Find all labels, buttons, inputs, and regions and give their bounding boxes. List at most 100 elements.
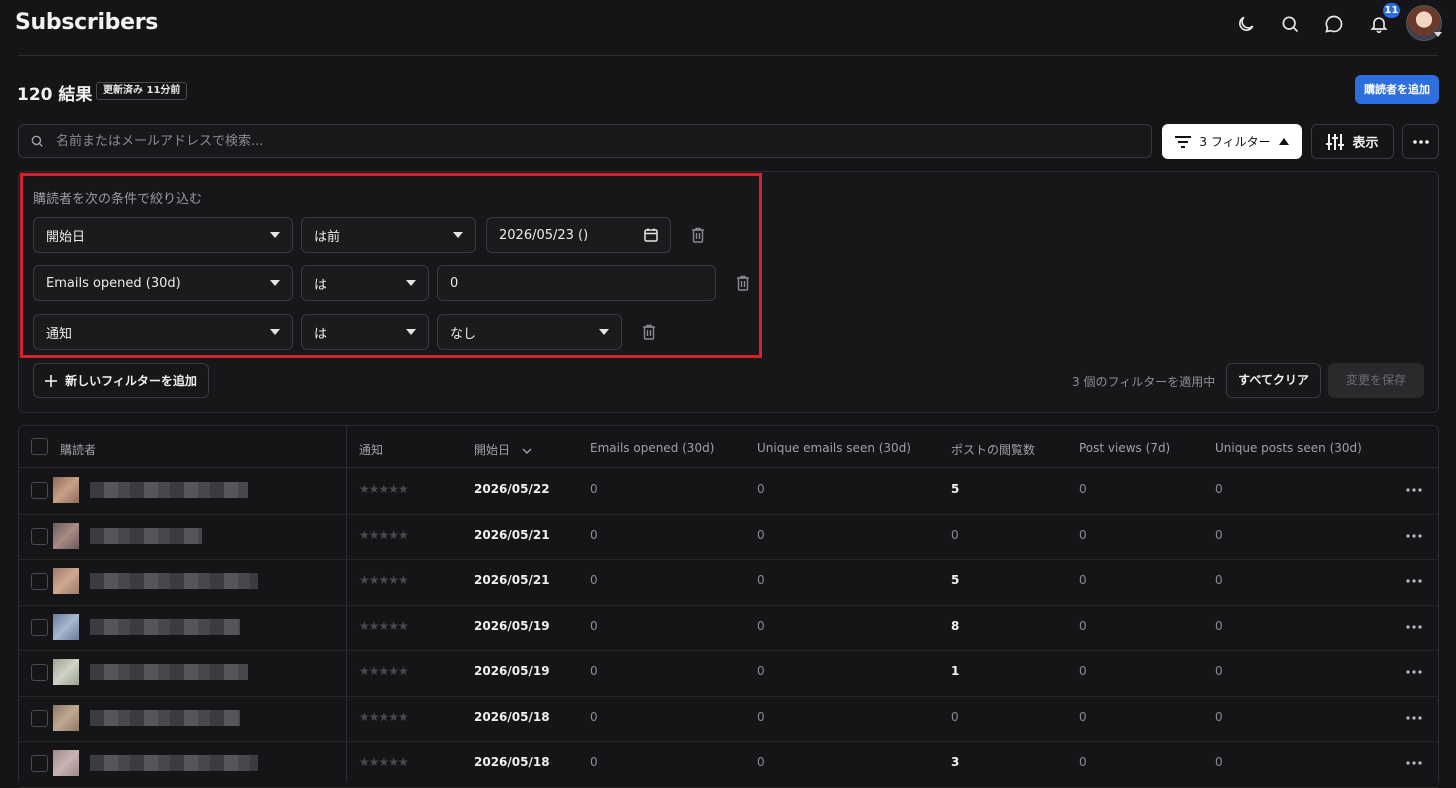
subscriber-name-redacted[interactable] bbox=[90, 482, 248, 498]
filter-date-input[interactable]: 2026/05/23 () bbox=[486, 217, 671, 253]
chevron-down-icon[interactable] bbox=[1434, 32, 1442, 37]
save-changes-button[interactable]: 変更を保存 bbox=[1328, 363, 1424, 398]
start-date-cell: 2026/05/18 bbox=[474, 710, 550, 724]
chat-icon[interactable] bbox=[1322, 12, 1346, 36]
filter-operator-select[interactable]: は bbox=[301, 265, 429, 301]
row-more-icon[interactable] bbox=[1406, 579, 1422, 583]
add-filter-button[interactable]: 新しいフィルターを追加 bbox=[33, 363, 209, 398]
unique-posts-cell: 0 bbox=[1215, 755, 1223, 769]
filter-operator-value: は bbox=[314, 326, 328, 342]
emails-opened-cell: 0 bbox=[590, 482, 598, 496]
post-views-total-cell: 0 bbox=[951, 528, 959, 542]
column-header-unique-emails[interactable]: Unique emails seen (30d) bbox=[757, 441, 911, 455]
applied-filters-text: 3 個のフィルターを適用中 bbox=[1072, 375, 1216, 389]
row-checkbox[interactable] bbox=[31, 664, 48, 681]
subscriber-name-redacted[interactable] bbox=[90, 573, 258, 589]
subscriber-name-redacted[interactable] bbox=[90, 710, 240, 726]
chevron-down-icon bbox=[270, 232, 280, 238]
add-filter-label: 新しいフィルターを追加 bbox=[65, 374, 197, 388]
subscriber-name-redacted[interactable] bbox=[90, 528, 202, 544]
row-checkbox[interactable] bbox=[31, 573, 48, 590]
display-button[interactable]: 表示 bbox=[1311, 124, 1394, 159]
subscriber-name-redacted[interactable] bbox=[90, 664, 248, 680]
display-label: 表示 bbox=[1352, 136, 1379, 151]
start-date-cell: 2026/05/19 bbox=[474, 664, 550, 678]
row-more-icon[interactable] bbox=[1406, 761, 1422, 765]
filter-value-select[interactable]: なし bbox=[437, 314, 622, 350]
notification-stars: ★★★★★ bbox=[359, 755, 409, 769]
notification-stars: ★★★★★ bbox=[359, 619, 409, 633]
column-header-emails-opened[interactable]: Emails opened (30d) bbox=[590, 441, 714, 455]
subscriber-name-redacted[interactable] bbox=[90, 755, 258, 771]
subscriber-name-redacted[interactable] bbox=[90, 619, 240, 635]
trash-icon[interactable] bbox=[736, 275, 750, 291]
filters-button[interactable]: 3 フィルター bbox=[1162, 124, 1302, 159]
column-header-start-date[interactable]: 開始日 bbox=[474, 441, 532, 458]
unique-emails-cell: 0 bbox=[757, 619, 765, 633]
filter-value-input[interactable]: 0 bbox=[437, 265, 716, 301]
row-divider bbox=[19, 741, 1438, 742]
post-views-total-cell: 5 bbox=[951, 482, 960, 496]
avatar bbox=[53, 614, 79, 640]
row-more-icon[interactable] bbox=[1406, 625, 1422, 629]
column-header-subscriber[interactable]: 購読者 bbox=[60, 441, 96, 458]
updated-badge: 更新済み 11分前 bbox=[96, 82, 188, 100]
chevron-down-icon bbox=[522, 448, 532, 454]
row-more-icon[interactable] bbox=[1406, 534, 1422, 538]
row-checkbox[interactable] bbox=[31, 710, 48, 727]
start-date-cell: 2026/05/22 bbox=[474, 482, 550, 496]
avatar bbox=[53, 750, 79, 776]
row-checkbox[interactable] bbox=[31, 619, 48, 636]
row-more-icon[interactable] bbox=[1406, 670, 1422, 674]
calendar-icon[interactable] bbox=[644, 228, 658, 242]
add-subscriber-button[interactable]: 購読者を追加 bbox=[1355, 75, 1439, 104]
unique-emails-cell: 0 bbox=[757, 573, 765, 587]
notification-stars: ★★★★★ bbox=[359, 482, 409, 496]
search-input[interactable] bbox=[56, 124, 1136, 158]
avatar bbox=[53, 477, 79, 503]
filter-field-select[interactable]: 開始日 bbox=[33, 217, 293, 253]
filter-field-select[interactable]: Emails opened (30d) bbox=[33, 265, 293, 301]
filters-label: 3 フィルター bbox=[1199, 135, 1271, 149]
avatar bbox=[53, 523, 79, 549]
more-options-button[interactable] bbox=[1402, 124, 1439, 159]
filter-operator-select[interactable]: は bbox=[301, 314, 429, 350]
clear-all-button[interactable]: すべてクリア bbox=[1226, 363, 1321, 398]
post-views-7d-cell: 0 bbox=[1079, 664, 1087, 678]
filter-operator-value: は前 bbox=[314, 229, 341, 245]
filter-operator-select[interactable]: は前 bbox=[301, 217, 476, 253]
trash-icon[interactable] bbox=[691, 227, 705, 243]
page-title: Subscribers bbox=[15, 10, 159, 35]
chevron-down-icon bbox=[406, 329, 416, 335]
row-divider bbox=[19, 605, 1438, 606]
row-divider bbox=[19, 696, 1438, 697]
moon-icon[interactable] bbox=[1234, 12, 1258, 36]
column-header-notifications[interactable]: 通知 bbox=[359, 441, 383, 458]
post-views-7d-cell: 0 bbox=[1079, 573, 1087, 587]
plus-icon bbox=[45, 374, 58, 387]
row-more-icon[interactable] bbox=[1406, 716, 1422, 720]
post-views-total-cell: 3 bbox=[951, 755, 960, 769]
search-icon[interactable] bbox=[1278, 12, 1302, 36]
column-divider bbox=[346, 426, 347, 782]
column-header-unique-posts[interactable]: Unique posts seen (30d) bbox=[1215, 441, 1362, 455]
column-header-start-date-label: 開始日 bbox=[474, 443, 511, 457]
row-checkbox[interactable] bbox=[31, 755, 48, 772]
emails-opened-cell: 0 bbox=[590, 619, 598, 633]
row-checkbox[interactable] bbox=[31, 482, 48, 499]
row-checkbox[interactable] bbox=[31, 528, 48, 545]
column-header-post-views-total[interactable]: ポストの閲覧数 bbox=[951, 441, 1035, 458]
trash-icon[interactable] bbox=[642, 324, 656, 340]
post-views-total-cell: 0 bbox=[951, 710, 959, 724]
notification-stars: ★★★★★ bbox=[359, 573, 409, 587]
select-all-checkbox[interactable] bbox=[31, 438, 48, 455]
notification-stars: ★★★★★ bbox=[359, 528, 409, 542]
filter-field-select[interactable]: 通知 bbox=[33, 314, 293, 350]
filter-date-value: 2026/05/23 () bbox=[499, 227, 589, 243]
chevron-down-icon bbox=[453, 232, 463, 238]
row-more-icon[interactable] bbox=[1406, 488, 1422, 492]
post-views-total-cell: 5 bbox=[951, 573, 960, 587]
column-header-post-views-7d[interactable]: Post views (7d) bbox=[1079, 441, 1170, 455]
row-divider bbox=[19, 559, 1438, 560]
chevron-down-icon bbox=[406, 280, 416, 286]
